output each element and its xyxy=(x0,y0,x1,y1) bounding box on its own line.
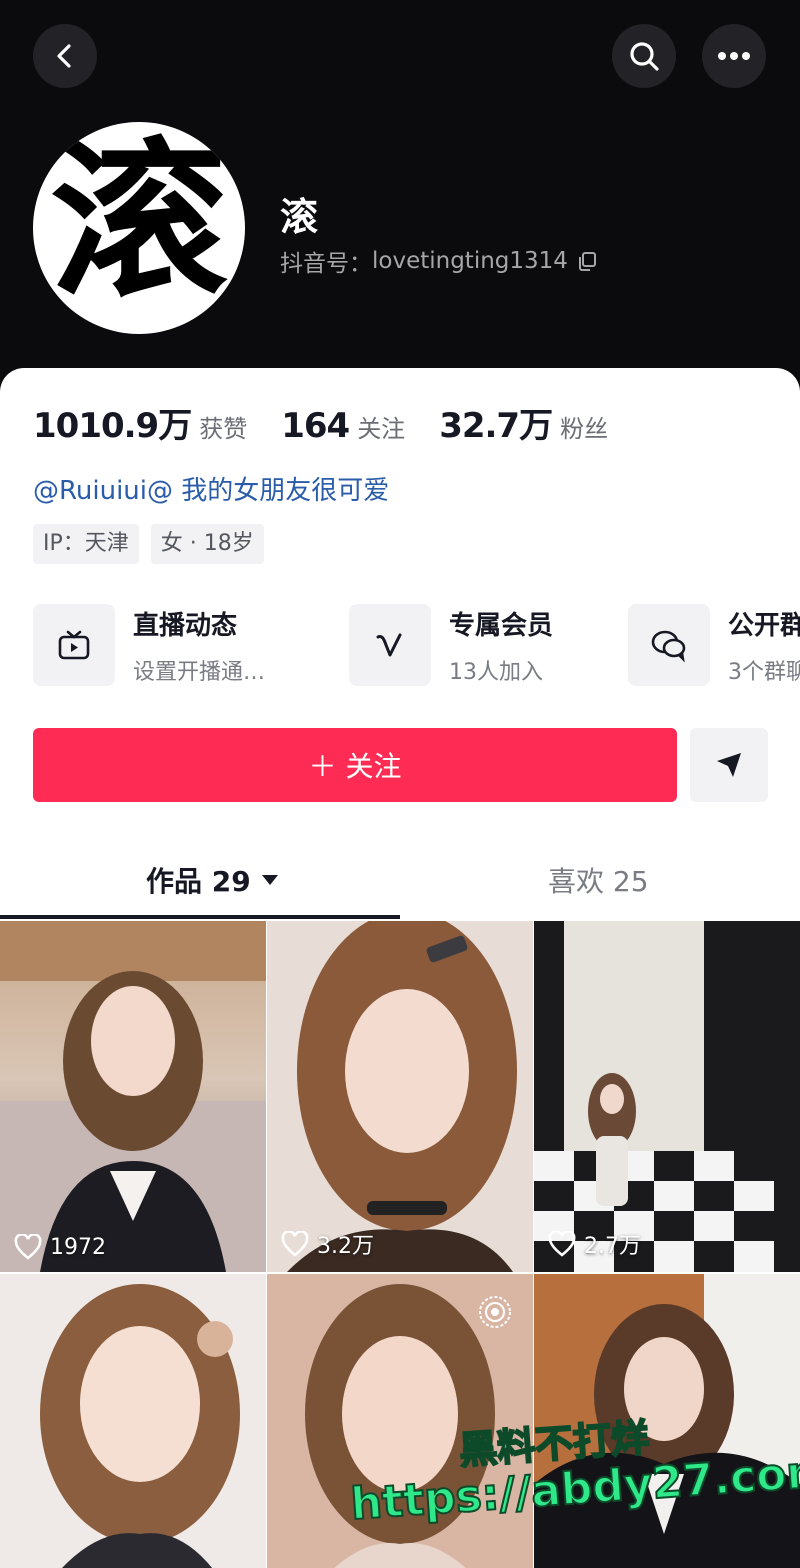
follow-button[interactable]: ＋ 关注 xyxy=(33,728,677,802)
like-count: 3.2万 xyxy=(281,1228,374,1260)
avatar-glyph: 滚 xyxy=(49,123,229,321)
chat-icon xyxy=(651,630,686,663)
followers-label[interactable]: 粉丝 xyxy=(560,409,608,444)
tab-likes[interactable]: 喜欢 25 xyxy=(548,860,649,900)
copy-icon[interactable] xyxy=(576,250,598,272)
feature-title: 公开群 xyxy=(728,610,800,641)
profile-header: 滚 滚 抖音号： lovetingting1314 xyxy=(0,0,800,400)
feature-live-updates[interactable]: 直播动态 设置开播通… xyxy=(33,604,265,686)
video-thumbnail-image xyxy=(0,1274,266,1568)
following-count[interactable]: 164 xyxy=(281,406,350,446)
back-button[interactable] xyxy=(33,24,97,88)
video-thumbnail-image xyxy=(534,921,800,1272)
feature-subtitle: 设置开播通… xyxy=(133,659,266,685)
watermark-overlay: 黑料不打烊 https://abdy27.com xyxy=(345,1395,800,1568)
like-count-text: 1972 xyxy=(50,1234,106,1260)
feature-subtitle: 3个群聊 xyxy=(728,659,800,685)
feature-cards: 直播动态 设置开播通… 专属会员 13人加入 公开群 3个群聊 xyxy=(33,604,800,688)
share-button[interactable] xyxy=(690,728,768,802)
chevron-left-icon xyxy=(57,44,71,68)
caret-down-icon xyxy=(261,875,278,885)
stats-row: 1010.9万 获赞 164 关注 32.7万 粉丝 xyxy=(33,398,642,447)
following-label[interactable]: 关注 xyxy=(357,409,405,444)
douyin-id-value: lovetingting1314 xyxy=(372,248,568,274)
likes-label: 获赞 xyxy=(199,415,248,443)
search-icon xyxy=(630,42,659,71)
tab-works[interactable]: 作品 29 xyxy=(146,860,279,900)
feature-subtitle: 13人加入 xyxy=(449,659,543,685)
video-thumbnail[interactable]: 1972 xyxy=(0,921,266,1272)
feature-public-group[interactable]: 公开群 3个群聊 xyxy=(628,604,800,686)
feature-membership[interactable]: 专属会员 13人加入 xyxy=(349,604,553,686)
bio-mention-link[interactable]: @Ruiuiui@ 我的女朋友很可爱 xyxy=(33,470,389,507)
video-thumbnail-image xyxy=(0,921,266,1272)
video-thumbnail[interactable]: 3.2万 xyxy=(267,921,533,1272)
heart-outline-icon xyxy=(14,1234,42,1260)
ip-location-tag: IP：天津 xyxy=(33,524,139,564)
gender-age-tag: 女 · 18岁 xyxy=(150,524,264,564)
video-thumbnail[interactable]: 2.7万 xyxy=(534,921,800,1272)
likes-count: 1010.9万 xyxy=(33,406,192,446)
avatar[interactable]: 滚 xyxy=(33,122,245,334)
like-count-text: 2.7万 xyxy=(584,1234,641,1259)
tab-works-label: 作品 29 xyxy=(146,865,251,898)
v-badge-icon xyxy=(376,633,402,657)
like-count: 1972 xyxy=(14,1234,106,1260)
search-button[interactable] xyxy=(612,24,676,88)
feature-title: 直播动态 xyxy=(133,610,238,641)
profile-name: 滚 xyxy=(280,195,319,239)
tv-icon xyxy=(58,630,90,660)
follow-button-label: ＋ 关注 xyxy=(308,750,402,783)
paper-plane-icon xyxy=(717,753,741,777)
heart-outline-icon xyxy=(281,1231,309,1257)
like-count-text: 3.2万 xyxy=(317,1234,374,1259)
douyin-id-row[interactable]: 抖音号： lovetingting1314 xyxy=(280,244,598,278)
more-button[interactable] xyxy=(702,24,766,88)
active-tab-indicator xyxy=(0,915,400,919)
tab-likes-label: 喜欢 25 xyxy=(548,865,649,898)
video-thumbnail[interactable] xyxy=(0,1274,266,1568)
live-broadcast-icon xyxy=(479,1296,511,1328)
heart-outline-icon xyxy=(548,1231,576,1257)
video-thumbnail-image xyxy=(267,921,533,1272)
profile-tags: IP：天津 女 · 18岁 xyxy=(33,524,264,564)
content-tabs: 作品 29 喜欢 25 xyxy=(0,820,800,920)
douyin-id-label: 抖音号： xyxy=(280,251,372,277)
followers-count[interactable]: 32.7万 xyxy=(439,398,553,447)
like-count: 2.7万 xyxy=(548,1228,641,1260)
more-dots-icon xyxy=(718,52,750,60)
feature-title: 专属会员 xyxy=(449,610,554,641)
